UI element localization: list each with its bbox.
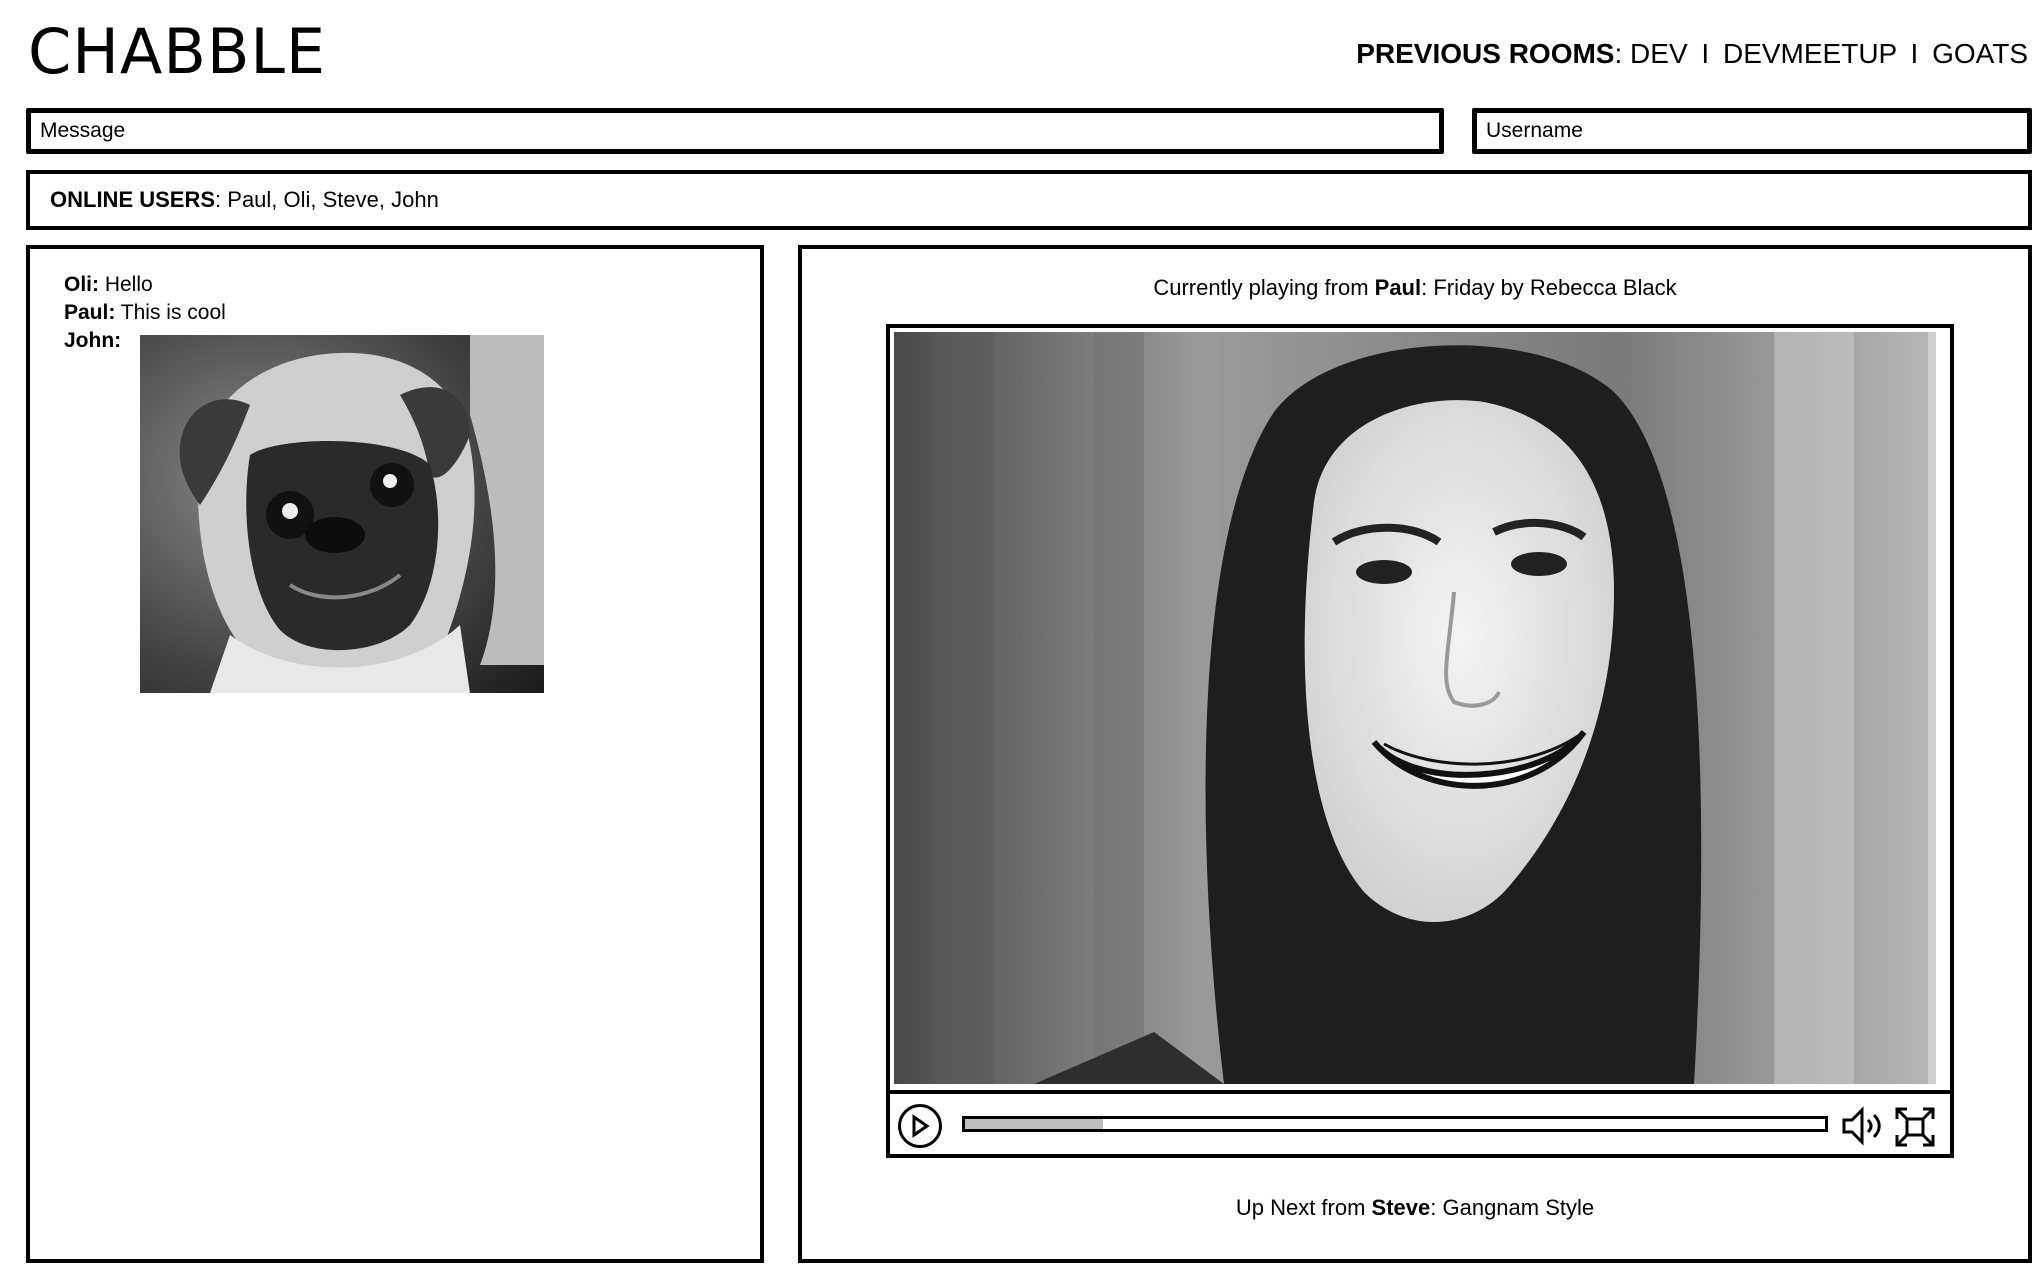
up-next-title: : Gangnam Style: [1430, 1195, 1595, 1220]
username-field-box: [1472, 108, 2032, 154]
chat-message: Paul: This is cool: [64, 299, 226, 327]
volume-icon: [1842, 1106, 1881, 1146]
room-link-devmeetup[interactable]: DEVMEETUP: [1723, 38, 1897, 69]
up-next-user: Steve: [1371, 1195, 1431, 1220]
previous-rooms: PREVIOUS ROOMS: DEV I DEVMEETUP I GOATS: [1356, 38, 2028, 69]
play-icon: [912, 1114, 930, 1138]
chat-message-text: Hello: [99, 273, 153, 296]
online-users-label: ONLINE USERS: [50, 187, 216, 212]
message-field-box: [26, 108, 1444, 154]
video-player[interactable]: [886, 324, 1954, 1158]
video-panel: Currently playing from Paul: Friday by R…: [798, 245, 2032, 1263]
room-separator: I: [1701, 38, 1710, 69]
play-button[interactable]: [898, 1104, 942, 1148]
fullscreen-button[interactable]: [1894, 1106, 1936, 1148]
pug-photo-image: [140, 335, 544, 693]
now-playing-prefix: Currently playing from: [1153, 275, 1375, 300]
up-next-text: Up Next from Steve: Gangnam Style: [802, 1195, 2028, 1221]
now-playing-title: : Friday by Rebecca Black: [1421, 275, 1677, 300]
room-separator: I: [1910, 38, 1919, 69]
up-next-prefix: Up Next from: [1235, 1195, 1372, 1220]
now-playing-user: Paul: [1374, 275, 1422, 300]
chat-message-user: John:: [64, 329, 122, 352]
video-still-icon: [894, 332, 1928, 1084]
volume-button[interactable]: [1840, 1104, 1888, 1148]
fullscreen-icon: [1895, 1107, 1935, 1147]
chat-message-user: Oli:: [64, 273, 99, 296]
room-link-goats[interactable]: GOATS: [1932, 38, 2028, 69]
chat-message: Oli: Hello: [64, 271, 226, 299]
previous-rooms-label: PREVIOUS ROOMS: [1356, 38, 1615, 69]
video-frame[interactable]: [894, 332, 1936, 1084]
progress-fill: [965, 1119, 1103, 1129]
progress-bar[interactable]: [962, 1116, 1828, 1132]
online-users-list: Paul, Oli, Steve, John: [227, 187, 439, 212]
chat-panel[interactable]: Oli: Hello Paul: This is cool John:: [26, 245, 764, 1263]
app-logo: CHABBLE: [28, 15, 327, 88]
now-playing-text: Currently playing from Paul: Friday by R…: [802, 275, 2028, 301]
username-input[interactable]: [1476, 112, 2028, 150]
room-link-dev[interactable]: DEV: [1630, 38, 1688, 69]
chat-message-user: Paul:: [64, 301, 116, 324]
online-users-bar: ONLINE USERS: Paul, Oli, Steve, John: [26, 170, 2032, 230]
pug-photo-icon: [140, 335, 544, 693]
player-controls: [890, 1090, 1950, 1154]
chat-message-text: This is cool: [115, 301, 226, 324]
message-input[interactable]: [30, 112, 1440, 150]
